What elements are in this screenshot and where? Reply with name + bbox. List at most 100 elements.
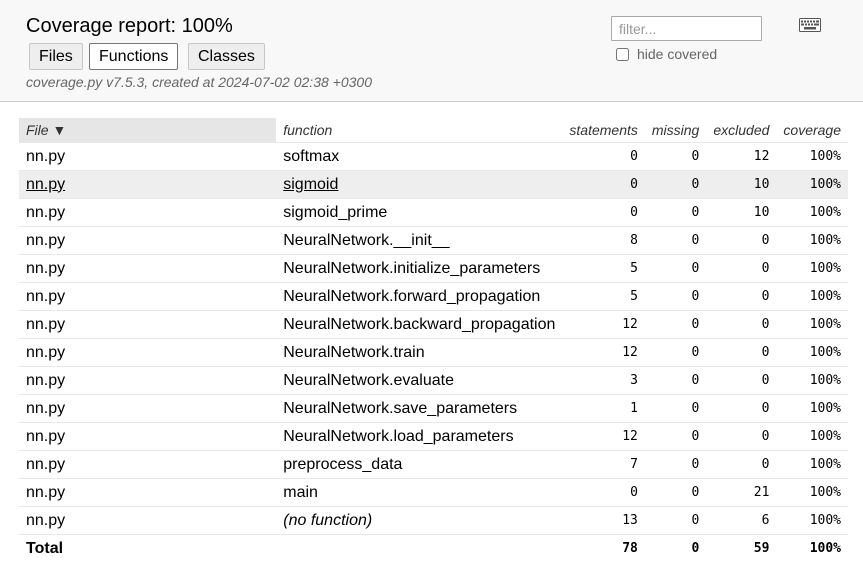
file-cell[interactable]: nn.py (19, 254, 277, 283)
function-cell[interactable]: softmax (276, 142, 563, 171)
excluded-cell: 0 (706, 338, 777, 367)
missing-cell: 0 (644, 226, 707, 255)
function-cell[interactable]: sigmoid_prime (276, 198, 563, 227)
file-link[interactable]: nn.py (26, 288, 65, 305)
function-link[interactable]: NeuralNetwork.train (283, 344, 424, 361)
function-cell[interactable]: NeuralNetwork.load_parameters (276, 422, 563, 451)
file-cell[interactable]: nn.py (19, 142, 277, 171)
file-cell[interactable]: nn.py (19, 478, 277, 507)
coverage-cell: 100% (776, 394, 848, 423)
excluded-cell: 0 (706, 394, 777, 423)
file-cell[interactable]: nn.py (19, 310, 277, 339)
function-cell[interactable]: sigmoid (276, 170, 563, 199)
file-cell[interactable]: nn.py (19, 422, 277, 451)
missing-cell: 0 (644, 506, 707, 535)
file-cell[interactable]: nn.py (19, 366, 277, 395)
file-link[interactable]: nn.py (26, 176, 65, 193)
coverage-column-header[interactable]: coverage (776, 118, 848, 143)
function-link[interactable]: sigmoid (283, 176, 338, 193)
function-link[interactable]: NeuralNetwork.evaluate (283, 372, 454, 389)
file-column-header[interactable]: File ▼ (19, 118, 277, 143)
missing-cell: 0 (644, 450, 707, 479)
function-link[interactable]: NeuralNetwork.backward_propagation (283, 316, 555, 333)
function-link[interactable]: preprocess_data (283, 456, 402, 473)
function-cell[interactable]: preprocess_data (276, 450, 563, 479)
function-link[interactable]: softmax (283, 148, 339, 165)
file-link[interactable]: nn.py (26, 148, 65, 165)
function-cell[interactable]: NeuralNetwork.__init__ (276, 226, 563, 255)
statements-cell: 5 (562, 282, 645, 311)
file-link[interactable]: nn.py (26, 484, 65, 501)
function-link[interactable]: NeuralNetwork.save_parameters (283, 400, 517, 417)
function-cell[interactable]: main (276, 478, 563, 507)
function-link[interactable]: NeuralNetwork.forward_propagation (283, 288, 540, 305)
file-link[interactable]: nn.py (26, 260, 65, 277)
table-row: nn.py NeuralNetwork.load_parameters 12 0… (19, 422, 848, 451)
function-link[interactable]: (no function) (283, 512, 372, 529)
file-link[interactable]: nn.py (26, 400, 65, 417)
file-cell[interactable]: nn.py (19, 338, 277, 367)
function-link[interactable]: main (283, 484, 318, 501)
table-header-row: File ▼ function statements missing exclu… (19, 118, 848, 143)
excluded-cell: 0 (706, 226, 777, 255)
file-link[interactable]: nn.py (26, 512, 65, 529)
report-meta: coverage.py v7.5.3, created at 2024-07-0… (26, 74, 372, 90)
missing-cell: 0 (644, 366, 707, 395)
statements-cell: 7 (562, 450, 645, 479)
function-link[interactable]: NeuralNetwork.initialize_parameters (283, 260, 540, 277)
function-column-header[interactable]: function (276, 118, 563, 143)
file-cell[interactable]: nn.py (19, 282, 277, 311)
file-link[interactable]: nn.py (26, 372, 65, 389)
function-cell[interactable]: NeuralNetwork.save_parameters (276, 394, 563, 423)
function-cell[interactable]: NeuralNetwork.backward_propagation (276, 310, 563, 339)
file-cell[interactable]: nn.py (19, 226, 277, 255)
missing-cell: 0 (644, 198, 707, 227)
file-cell[interactable]: nn.py (19, 198, 277, 227)
statements-column-header[interactable]: statements (562, 118, 645, 143)
table-row: nn.py NeuralNetwork.train 12 0 0 100% (19, 338, 848, 367)
hide-covered-checkbox[interactable] (616, 47, 629, 61)
file-link[interactable]: nn.py (26, 204, 65, 221)
file-cell[interactable]: nn.py (19, 450, 277, 479)
file-link[interactable]: nn.py (26, 428, 65, 445)
excluded-cell: 6 (706, 506, 777, 535)
function-cell[interactable]: NeuralNetwork.initialize_parameters (276, 254, 563, 283)
coverage-cell: 100% (776, 226, 848, 255)
excluded-cell: 0 (706, 422, 777, 451)
coverage-cell: 100% (776, 170, 848, 199)
excluded-cell: 10 (706, 170, 777, 199)
file-cell[interactable]: nn.py (19, 506, 277, 535)
total-excluded: 59 (753, 541, 770, 556)
file-link[interactable]: nn.py (26, 316, 65, 333)
function-cell[interactable]: NeuralNetwork.forward_propagation (276, 282, 563, 311)
statements-cell: 8 (562, 226, 645, 255)
excluded-column-header[interactable]: excluded (706, 118, 777, 143)
filter-input[interactable] (611, 16, 762, 41)
file-link[interactable]: nn.py (26, 232, 65, 249)
excluded-cell: 0 (706, 450, 777, 479)
function-link[interactable]: sigmoid_prime (283, 204, 387, 221)
excluded-cell: 0 (706, 282, 777, 311)
table-row: nn.py sigmoid_prime 0 0 10 100% (19, 198, 848, 227)
coverage-cell: 100% (776, 478, 848, 507)
function-cell[interactable]: NeuralNetwork.train (276, 338, 563, 367)
keyboard-icon[interactable] (799, 18, 821, 32)
files-tab-button[interactable]: Files (29, 43, 83, 70)
function-cell[interactable]: (no function) (276, 506, 563, 535)
coverage-cell: 100% (776, 450, 848, 479)
classes-tab-button[interactable]: Classes (188, 43, 265, 70)
hide-covered-toggle[interactable]: hide covered (614, 46, 717, 62)
total-statements: 78 (622, 541, 638, 556)
file-cell[interactable]: nn.py (19, 170, 277, 199)
file-link[interactable]: nn.py (26, 344, 65, 361)
file-link[interactable]: nn.py (26, 456, 65, 473)
function-link[interactable]: NeuralNetwork.load_parameters (283, 428, 513, 445)
coverage-cell: 100% (776, 198, 848, 227)
function-link[interactable]: NeuralNetwork.__init__ (283, 232, 449, 249)
coverage-cell: 100% (776, 254, 848, 283)
missing-column-header[interactable]: missing (644, 118, 707, 143)
functions-tab-button[interactable]: Functions (89, 43, 179, 70)
function-cell[interactable]: NeuralNetwork.evaluate (276, 366, 563, 395)
file-cell[interactable]: nn.py (19, 394, 277, 423)
statements-cell: 12 (562, 310, 645, 339)
